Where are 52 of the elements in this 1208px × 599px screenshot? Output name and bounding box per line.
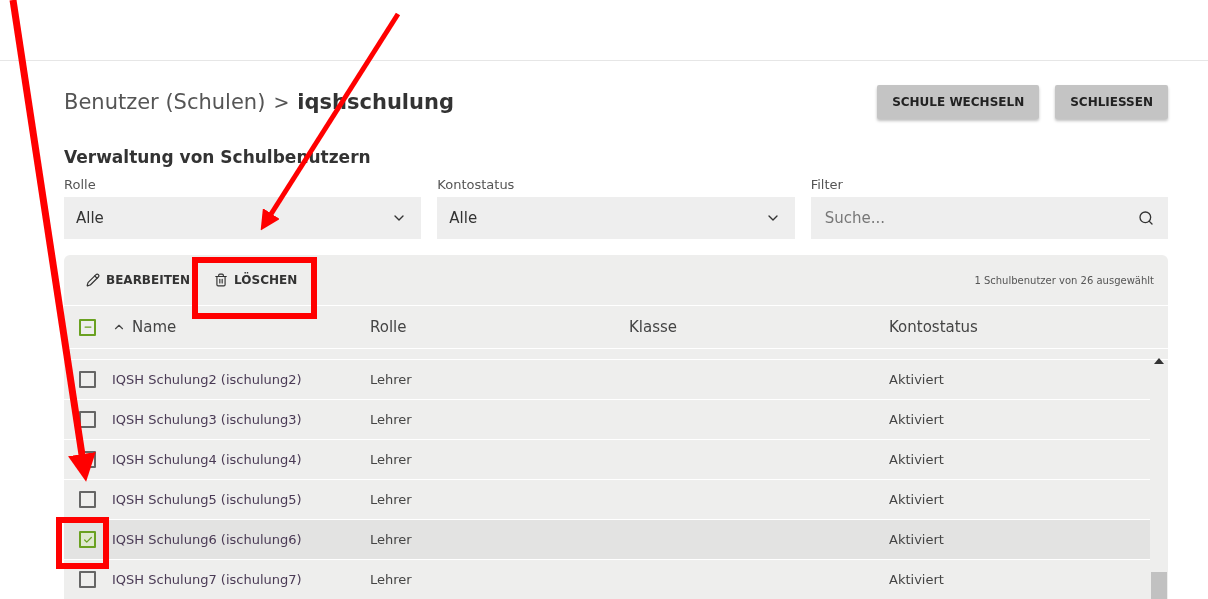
table-cell-text: Lehrer <box>370 572 413 587</box>
select-field[interactable]: Alle <box>64 197 422 239</box>
table-cell-text: Aktiviert <box>889 572 945 587</box>
table-cell-text: IQSH Schulung7 (ischulung7) <box>112 572 303 587</box>
row-checkbox[interactable] <box>79 571 96 588</box>
table-row[interactable]: IQSH Schulung3 (ischulung3) Lehrer Aktiviert <box>64 400 1150 440</box>
table-cell-text: Lehrer <box>370 412 413 427</box>
breadcrumb-separator: > <box>273 91 290 113</box>
table-row[interactable]: IQSH Schulung4 (ischulung4) Lehrer Aktiviert <box>64 440 1150 480</box>
column-header[interactable]: Rolle <box>370 318 407 336</box>
table-cell-text: Lehrer <box>370 452 413 467</box>
row-checkbox[interactable] <box>79 491 96 508</box>
header-button[interactable]: SCHULE WECHSELN <box>877 85 1040 119</box>
table-cell-text: IQSH Schulung4 (ischulung4) <box>112 452 303 467</box>
toolbar-button[interactable]: BEARBEITEN <box>86 273 201 287</box>
check-icon <box>82 534 93 545</box>
trash-icon <box>214 273 229 287</box>
column-header[interactable]: Klasse <box>629 318 678 336</box>
search-input[interactable]: Suche... <box>822 208 1092 228</box>
filter-label: Kontostatus <box>437 177 516 192</box>
table-cell-text: Aktiviert <box>889 412 945 427</box>
table-row[interactable]: IQSH Schulung7 (ischulung7) Lehrer Aktiviert <box>64 560 1150 599</box>
table-cell-text: Lehrer <box>370 532 413 547</box>
select-all-checkbox[interactable] <box>79 318 96 336</box>
search-field[interactable]: Suche... <box>810 197 1168 239</box>
scroll-up-icon[interactable] <box>1154 358 1164 364</box>
column-header[interactable]: Name <box>132 318 177 336</box>
pencil-icon <box>86 273 100 287</box>
highlight-frame <box>56 517 109 569</box>
row-checkbox[interactable] <box>79 531 96 548</box>
select-field[interactable]: Alle <box>437 197 795 239</box>
table-cell-text: IQSH Schulung5 (ischulung5) <box>112 492 303 507</box>
search-icon[interactable] <box>1138 210 1154 226</box>
filter-label: Filter <box>810 177 844 192</box>
table-cell-text: Lehrer <box>370 372 413 387</box>
table-cell-text: Aktiviert <box>889 452 945 467</box>
table-cell-text: Aktiviert <box>889 372 945 387</box>
breadcrumb-link[interactable]: Benutzer (Schulen) <box>64 90 266 114</box>
table-cell-text: Aktiviert <box>889 492 945 507</box>
column-header[interactable]: Kontostatus <box>889 318 978 336</box>
filter-label: Rolle <box>64 177 97 192</box>
table-row[interactable]: IQSH Schulung2 (ischulung2) Lehrer Aktiviert <box>64 360 1150 400</box>
table-cell-text: IQSH Schulung3 (ischulung3) <box>112 412 303 427</box>
header-button[interactable]: SCHLIESSEN <box>1055 85 1168 119</box>
table-cell-text: IQSH Schulung2 (ischulung2) <box>112 372 303 387</box>
selection-info: 1 Schulbenutzer von 26 ausgewählt <box>974 274 1154 286</box>
row-checkbox[interactable] <box>79 411 96 428</box>
row-checkbox[interactable] <box>79 371 96 388</box>
table-cell-text: Aktiviert <box>889 532 945 547</box>
toolbar-button[interactable]: LÖSCHEN <box>214 273 308 287</box>
table-cell-text: Lehrer <box>370 492 413 507</box>
table-cell-text: IQSH Schulung6 (ischulung6) <box>112 532 303 547</box>
